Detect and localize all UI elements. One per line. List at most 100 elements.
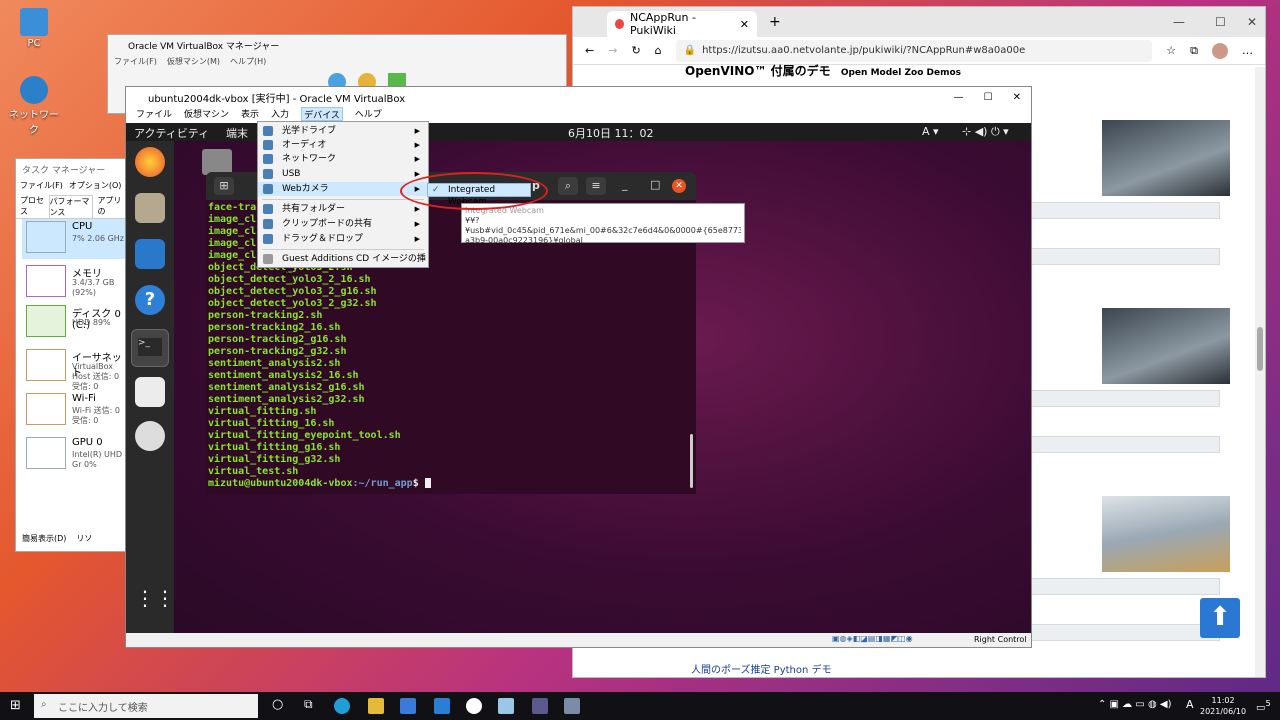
edge-icon[interactable] — [334, 698, 350, 714]
hamburger-menu-icon[interactable]: ≡ — [586, 177, 606, 195]
menu-audio[interactable]: オーディオ ▶ — [258, 138, 428, 152]
collections-icon[interactable]: ⧉ — [1190, 44, 1198, 58]
minimize-icon[interactable]: — — [1173, 15, 1185, 29]
desktop-icon-pc[interactable]: PC — [6, 8, 62, 49]
store-icon[interactable] — [400, 698, 416, 714]
back-icon[interactable]: ← — [585, 44, 594, 57]
menu-guest-additions[interactable]: Guest Additions CD イメージの挿入... — [258, 252, 428, 278]
cortana-icon[interactable]: ○ — [272, 697, 283, 712]
profile-avatar[interactable] — [1212, 42, 1228, 59]
search-icon[interactable]: ⌕ — [558, 177, 578, 195]
windows-start-icon[interactable]: ⊞ — [10, 698, 21, 713]
search-icon: ⌕ — [41, 699, 47, 710]
start-arrow-icon[interactable] — [388, 73, 406, 87]
notification-icon[interactable]: ▭5 — [1256, 698, 1271, 713]
address-bar[interactable]: 🔒 https://izutsu.aa0.netvolante.jp/pukiw… — [675, 39, 1153, 62]
tm-tabs: プロセス パフォーマンス アプリの — [16, 191, 126, 219]
maximize-icon[interactable]: □ — [650, 178, 660, 191]
tray-icons[interactable]: ⌃ ▣ ☁ ▭ ◍ ◀) — [1098, 699, 1172, 710]
close-tab-icon[interactable]: ✕ — [740, 18, 749, 31]
memory-graph — [26, 265, 66, 297]
files-icon[interactable] — [135, 193, 165, 223]
demo-thumbnail-3 — [1102, 496, 1230, 572]
maximize-icon[interactable]: ☐ — [1215, 15, 1226, 29]
virtualbox-vm-icon[interactable] — [564, 698, 580, 714]
menu-shared-folders[interactable]: 共有フォルダー ▶ — [258, 202, 428, 216]
vm-statusbar: ▣◍◈◧◪▤◨▦◩◫◉ Right Control — [126, 633, 1031, 647]
tm-item-ethernet[interactable]: イーサネット VirtualBox Host 送信: 0 受信: 0 — [22, 347, 126, 391]
task-view-icon[interactable]: ⧉ — [304, 697, 313, 712]
text-editor-icon[interactable] — [135, 377, 165, 407]
gpu-graph — [26, 437, 66, 469]
menu-usb[interactable]: USB ▶ — [258, 167, 428, 181]
menu-optical-drive[interactable]: 光学ドライブ ▶ — [258, 124, 428, 138]
close-icon[interactable]: ✕ — [672, 179, 686, 193]
show-apps-icon[interactable]: ⋮⋮⋮ — [135, 583, 195, 613]
arrow-up-icon: ⬆ — [1209, 602, 1231, 632]
device-status-icons[interactable]: ▣◍◈◧◪▤◨▦◩◫◉ — [832, 634, 913, 643]
network-icon — [20, 76, 48, 104]
new-tab-icon[interactable]: ⊞ — [214, 177, 234, 195]
demo-thumbnail-1 — [1102, 120, 1230, 196]
more-icon[interactable]: … — [1242, 44, 1253, 57]
taskbar-clock[interactable]: 11:02 2021/06/10 — [1200, 695, 1246, 717]
input-indicator[interactable]: A ▾ — [922, 125, 939, 138]
taskbar-search[interactable]: ⌕ ここに入力して検索 — [34, 694, 258, 718]
minimize-icon[interactable]: — — [954, 92, 964, 103]
scrollbar-thumb[interactable] — [1257, 327, 1263, 371]
tm-menu: ファイル(F) オプション(O) — [20, 181, 122, 190]
virtualbox-icon[interactable] — [532, 698, 548, 714]
close-icon[interactable]: ✕ — [1247, 15, 1257, 29]
terminal-icon[interactable]: >_ — [131, 329, 169, 367]
drag-drop-icon — [263, 234, 273, 244]
dell-icon[interactable] — [466, 698, 482, 714]
menu-drag-drop[interactable]: ドラッグ＆ドロップ ▶ — [258, 232, 428, 246]
explorer-icon[interactable] — [368, 698, 384, 714]
menu-network[interactable]: ネットワーク ▶ — [258, 152, 428, 166]
ubuntu-dock: ? >_ ⋮⋮⋮ — [126, 141, 195, 633]
clock[interactable]: 6月10日 11：02 — [568, 125, 654, 141]
tm-item-cpu[interactable]: CPU 7% 2.06 GHz — [22, 219, 126, 259]
terminal-scrollbar[interactable] — [690, 434, 693, 488]
help-icon[interactable]: ? — [135, 285, 165, 315]
fewer-details-button[interactable]: 簡易表示(D) — [22, 533, 66, 544]
cd-icon — [263, 254, 273, 264]
maximize-icon[interactable]: ☐ — [984, 92, 993, 103]
vbm-menu: ファイル(F) 仮想マシン(M) ヘルプ(H) — [114, 57, 267, 66]
browser-tab[interactable]: NCAppRun - PukiWiki ✕ — [607, 11, 757, 37]
activities-button[interactable]: アクティビティ — [134, 125, 209, 141]
vbm-title: Oracle VM VirtualBox マネージャー — [128, 42, 280, 52]
scroll-top-button[interactable]: ⬆ — [1200, 598, 1240, 638]
windows-taskbar: ⊞ ⌕ ここに入力して検索 ○ ⧉ ⌃ ▣ ☁ ▭ ◍ ◀) A 11:02 2… — [0, 692, 1280, 720]
close-icon[interactable]: ✕ — [1013, 92, 1021, 103]
software-icon[interactable] — [135, 421, 165, 451]
writer-icon[interactable] — [135, 239, 165, 269]
forward-icon[interactable]: → — [608, 44, 617, 57]
tm-item-memory[interactable]: メモリ 3.4/3.7 GB (92%) — [22, 263, 126, 303]
browser-toolbar: ← → ↻ ⌂ 🔒 https://izutsu.aa0.netvolante.… — [573, 37, 1265, 65]
desktop-icon-network[interactable]: ネットワーク — [6, 76, 62, 136]
tm-item-gpu[interactable]: GPU 0 Intel(R) UHD Gr 0% — [22, 435, 126, 475]
resource-monitor-link[interactable]: リソ — [76, 533, 92, 544]
scrollbar[interactable] — [1255, 67, 1265, 677]
refresh-icon[interactable]: ↻ — [631, 44, 640, 57]
mail-icon[interactable] — [434, 698, 450, 714]
tm-footer: 簡易表示(D) リソ — [22, 533, 92, 544]
firefox-icon[interactable] — [135, 147, 165, 177]
menu-clipboard[interactable]: クリップボードの共有 ▶ — [258, 217, 428, 231]
audio-icon — [263, 140, 273, 150]
task-manager-window: タスク マネージャー ファイル(F) オプション(O) プロセス パフォーマンス… — [15, 158, 127, 552]
minimize-icon[interactable]: _ — [622, 178, 628, 191]
favorites-icon[interactable]: ☆ — [1166, 44, 1176, 57]
new-tab-icon[interactable]: + — [769, 14, 781, 30]
footer-link[interactable]: 人間のポーズ推定 Python デモ — [691, 661, 832, 676]
tm-item-wifi[interactable]: Wi-Fi Wi-Fi 送信: 0 受信: 0 — [22, 391, 126, 431]
system-tray-icons[interactable]: ⊹ ◀) ⏻ ▾ — [962, 125, 1009, 139]
menu-separator — [262, 249, 424, 250]
terminal-app-label[interactable]: 端末 — [226, 125, 248, 141]
tm-item-disk[interactable]: ディスク 0 (C:) HDD 89% — [22, 303, 126, 343]
home-icon[interactable]: ⌂ — [655, 44, 662, 57]
cube-icon[interactable] — [498, 698, 514, 714]
ime-indicator[interactable]: A — [1186, 698, 1194, 711]
vm-titlebar: ubuntu2004dk-vbox [実行中] - Oracle VM Virt… — [148, 91, 1021, 105]
